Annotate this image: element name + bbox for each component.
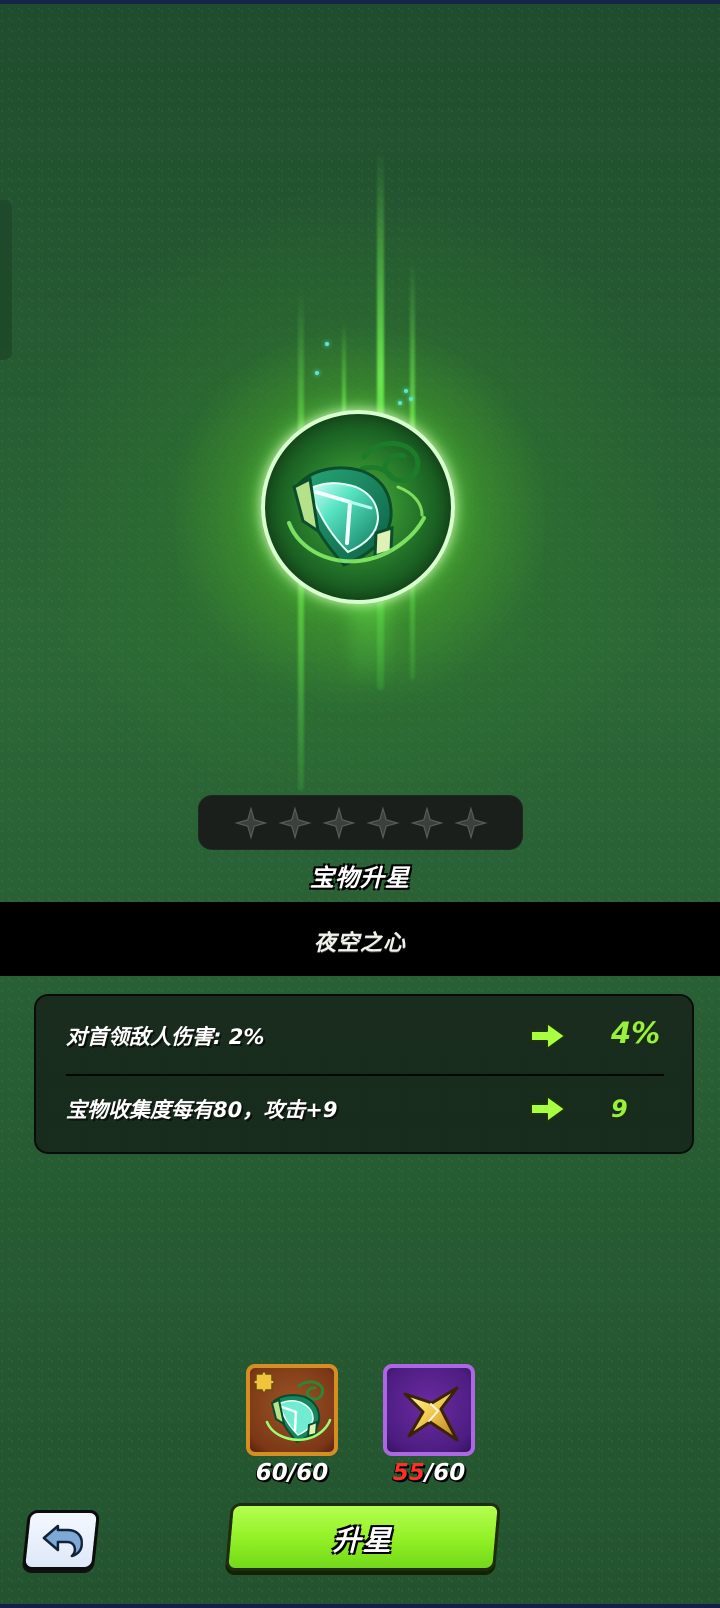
shard-count-separator: / [287,1460,297,1486]
arrow-right-icon [530,1022,566,1050]
upgrade-star-button[interactable]: 升星 [225,1503,501,1571]
stat-next-value: 9 [611,1095,628,1123]
empty-star-icon [365,805,400,840]
side-tab [0,200,12,360]
stat-label: 对首领敌人伤害: 2% [66,1025,265,1049]
star-stone-required-count: 60 [433,1460,466,1486]
particle-dot [315,371,319,375]
stat-next-value: 4% [611,1016,661,1050]
page-title: 宝物升星 [310,864,410,892]
upgrade-star-label: 升星 [332,1524,393,1557]
star-stone-count-separator: / [424,1460,434,1486]
particle-dot [404,389,408,393]
empty-star-icon [321,805,356,840]
stat-row: 宝物收集度每有80，攻击+9 9 [66,1089,664,1131]
shard-count: 60/60 [237,1460,347,1486]
particle-dot [398,401,402,405]
empty-star-icon [453,805,488,840]
upgrade-stats-panel: 对首领敌人伤害: 2% 4% 宝物收集度每有80，攻击+9 9 [34,994,694,1154]
stats-divider [66,1074,664,1076]
top-strip [0,0,720,4]
empty-star-icon [233,805,268,840]
treasure-shard-icon [265,1380,332,1444]
star-rating [198,795,523,850]
star-stone-count: 55/60 [374,1460,484,1486]
back-button[interactable] [21,1510,101,1570]
empty-star-icon [409,805,444,840]
arrow-right-icon [530,1095,566,1123]
star-stone-icon [403,1386,459,1442]
stat-label: 宝物收集度每有80，攻击+9 [66,1098,338,1122]
treasure-shard-item[interactable] [246,1364,338,1456]
star-stone-item[interactable] [383,1364,475,1456]
particle-dot [325,342,329,346]
back-arrow-icon [42,1524,83,1558]
bottom-strip [0,1604,720,1608]
shard-required-count: 60 [296,1460,329,1486]
shard-current-count: 60 [255,1460,288,1486]
stat-row: 对首领敌人伤害: 2% 4% [66,1016,664,1058]
empty-star-icon [277,805,312,840]
treasure-name: 夜空之心 [313,931,406,956]
treasure-pendant-icon [287,441,426,567]
star-stone-current-count: 55 [392,1460,425,1486]
particle-dot [409,397,413,401]
